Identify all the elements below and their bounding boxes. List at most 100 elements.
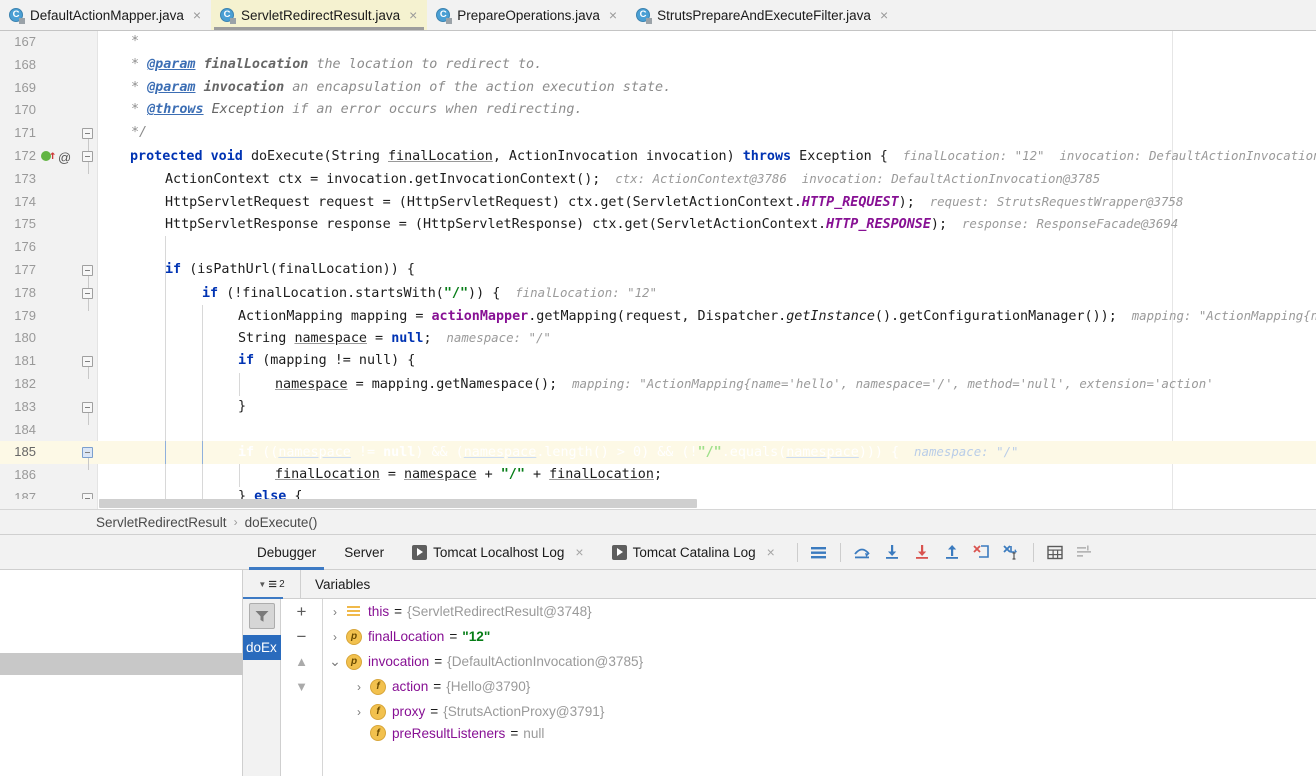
fold-toggle-icon[interactable] xyxy=(82,447,93,471)
editor-tab-label: DefaultActionMapper.java xyxy=(30,7,184,23)
close-icon[interactable]: × xyxy=(880,8,888,22)
evaluate-expression-icon[interactable] xyxy=(1040,537,1070,567)
add-watch-icon[interactable]: + xyxy=(281,599,323,624)
override-method-icon[interactable]: ↑ xyxy=(41,149,56,163)
javadoc-desc: the location to redirect to. xyxy=(316,56,543,72)
code-line[interactable]: 169 * @param invocation an encapsulation… xyxy=(0,77,1316,100)
code-line[interactable]: 178 if (!finalLocation.startsWith("/")) … xyxy=(0,281,1316,311)
tab-server[interactable]: Server xyxy=(330,535,398,570)
line-number: 187 xyxy=(14,489,36,499)
variables-tab-label[interactable]: Variables xyxy=(301,577,370,592)
field-icon: f xyxy=(370,678,386,695)
code-line[interactable]: 171 */ xyxy=(0,122,1316,152)
code-line[interactable]: 181 if (mapping != null) { xyxy=(0,350,1316,380)
code-line[interactable]: 182 namespace = mapping.getNamespace(); … xyxy=(0,372,1316,396)
remove-watch-icon[interactable]: − xyxy=(281,624,323,649)
expand-arrow-icon[interactable]: › xyxy=(348,705,370,719)
code-text: HttpServletRequest request = (HttpServle… xyxy=(165,194,802,210)
collapse-arrow-icon[interactable]: ⌄ xyxy=(324,653,346,670)
variable-row-action[interactable]: › f action = {Hello@3790} xyxy=(324,674,1316,699)
gutter-marks[interactable] xyxy=(38,441,96,471)
variable-row-invocation[interactable]: ⌄ p invocation = {DefaultActionInvocatio… xyxy=(324,649,1316,674)
fold-toggle-icon[interactable] xyxy=(82,356,93,380)
fold-toggle-icon[interactable] xyxy=(82,287,93,311)
gutter-marks[interactable] xyxy=(38,396,96,425)
code-line[interactable]: 168 * @param finalLocation the location … xyxy=(0,54,1316,77)
fold-toggle-icon[interactable] xyxy=(82,264,93,288)
drop-frame-icon[interactable] xyxy=(967,537,997,567)
run-to-cursor-icon[interactable] xyxy=(997,537,1027,567)
close-icon[interactable]: × xyxy=(575,544,583,560)
variable-row-proxy[interactable]: › f proxy = {StrutsActionProxy@3791} xyxy=(324,699,1316,724)
frames-selector[interactable]: ▼ ≡ 2 xyxy=(243,569,301,599)
fold-toggle-icon[interactable] xyxy=(82,150,93,174)
fold-toggle-icon[interactable] xyxy=(82,128,93,152)
tab-tomcat-localhost-log[interactable]: Tomcat Localhost Log × xyxy=(398,535,598,570)
editor-tab-label: StrutsPrepareAndExecuteFilter.java xyxy=(657,7,871,23)
gutter-marks[interactable]: ↑ @ xyxy=(38,145,96,174)
keyword-if: if xyxy=(202,285,219,301)
frame-item-do-execute[interactable]: doEx xyxy=(243,635,281,660)
fold-toggle-icon[interactable] xyxy=(82,492,93,499)
variables-tree[interactable]: › this = {ServletRedirectResult@3748} › … xyxy=(324,599,1316,776)
editor-tab-servlet-redirect-result[interactable]: C ServletRedirectResult.java × xyxy=(211,0,428,30)
gutter-marks[interactable] xyxy=(38,487,96,499)
variable-row-this[interactable]: › this = {ServletRedirectResult@3748} xyxy=(324,599,1316,624)
step-out-icon[interactable] xyxy=(937,537,967,567)
expand-arrow-icon[interactable]: › xyxy=(324,605,346,619)
close-icon[interactable]: × xyxy=(767,544,775,560)
step-into-icon[interactable] xyxy=(877,537,907,567)
breadcrumb-class[interactable]: ServletRedirectResult xyxy=(96,515,227,530)
expand-arrow-icon[interactable]: › xyxy=(324,630,346,644)
breadcrumb-method[interactable]: doExecute() xyxy=(245,515,318,530)
code-line[interactable]: 179 ActionMapping mapping = actionMapper… xyxy=(0,304,1316,328)
close-icon[interactable]: × xyxy=(609,8,617,22)
code-text: (mapping != null) { xyxy=(262,353,416,369)
editor-horizontal-scrollbar[interactable] xyxy=(99,499,697,508)
step-over-icon[interactable] xyxy=(847,537,877,567)
code-text: = mapping.getNamespace(); xyxy=(347,376,558,392)
force-step-into-icon[interactable] xyxy=(907,537,937,567)
move-up-icon[interactable]: ▲ xyxy=(281,649,323,674)
tab-tomcat-catalina-log[interactable]: Tomcat Catalina Log × xyxy=(598,535,789,570)
close-icon[interactable]: × xyxy=(193,8,201,22)
fold-toggle-icon[interactable] xyxy=(82,401,93,425)
code-line[interactable]: 180 String namespace = null; namespace: … xyxy=(0,327,1316,351)
close-icon[interactable]: × xyxy=(409,8,417,22)
expand-arrow-icon[interactable]: › xyxy=(348,680,370,694)
variable-row-final-location[interactable]: › p finalLocation = "12" xyxy=(324,624,1316,649)
code-line[interactable]: 175 HttpServletResponse response = (Http… xyxy=(0,213,1316,236)
code-text: ; xyxy=(423,331,432,347)
code-line[interactable]: 176 xyxy=(0,236,1316,259)
tab-debugger[interactable]: Debugger xyxy=(243,535,330,570)
code-line[interactable]: 184 xyxy=(0,418,1316,442)
annotation-icon[interactable]: @ xyxy=(58,147,71,170)
code-text: HttpServletResponse response = (HttpServ… xyxy=(165,217,827,233)
code-line[interactable]: 170 * @throws Exception if an error occu… xyxy=(0,99,1316,122)
code-line[interactable]: 173 ActionContext ctx = invocation.getIn… xyxy=(0,168,1316,191)
code-line[interactable]: 177 if (isPathUrl(finalLocation)) { xyxy=(0,258,1316,288)
current-execution-line[interactable]: 185 if ((namespace != null) && (namespac… xyxy=(0,441,1316,471)
breadcrumb[interactable]: ServletRedirectResult › doExecute() xyxy=(0,509,1316,535)
code-line[interactable]: 172 ↑ @ protected void doExecute(String … xyxy=(0,145,1316,174)
move-down-icon[interactable]: ▼ xyxy=(281,674,323,699)
gutter-marks[interactable] xyxy=(38,350,96,380)
code-editor[interactable]: 167 * 168 * @param finalLocation the loc… xyxy=(0,31,1316,509)
code-line[interactable]: 174 HttpServletRequest request = (HttpSe… xyxy=(0,191,1316,214)
gutter-marks[interactable] xyxy=(38,282,96,311)
code-text: ().getConfigurationManager()); xyxy=(874,308,1117,324)
editor-tab-struts-prepare-and-execute-filter[interactable]: C StrutsPrepareAndExecuteFilter.java × xyxy=(627,0,899,30)
code-line[interactable]: 187 } else { xyxy=(0,486,1316,499)
gutter-marks[interactable] xyxy=(38,122,96,152)
show-execution-point-icon[interactable] xyxy=(804,537,834,567)
editor-tab-default-action-mapper[interactable]: C DefaultActionMapper.java × xyxy=(0,0,212,30)
left-pane-scroll-thumb[interactable] xyxy=(0,653,243,675)
code-line[interactable]: 186 finalLocation = namespace + "/" + fi… xyxy=(0,464,1316,487)
editor-tab-prepare-operations[interactable]: C PrepareOperations.java × xyxy=(427,0,628,30)
variable-row-pre-result-listeners[interactable]: f preResultListeners = null xyxy=(324,724,1316,742)
code-line[interactable]: 183 } xyxy=(0,395,1316,425)
gutter-marks[interactable] xyxy=(38,259,96,288)
code-line[interactable]: 167 * xyxy=(0,31,1316,54)
settings-icon[interactable] xyxy=(1070,537,1100,567)
left-tool-pane[interactable] xyxy=(0,535,243,776)
